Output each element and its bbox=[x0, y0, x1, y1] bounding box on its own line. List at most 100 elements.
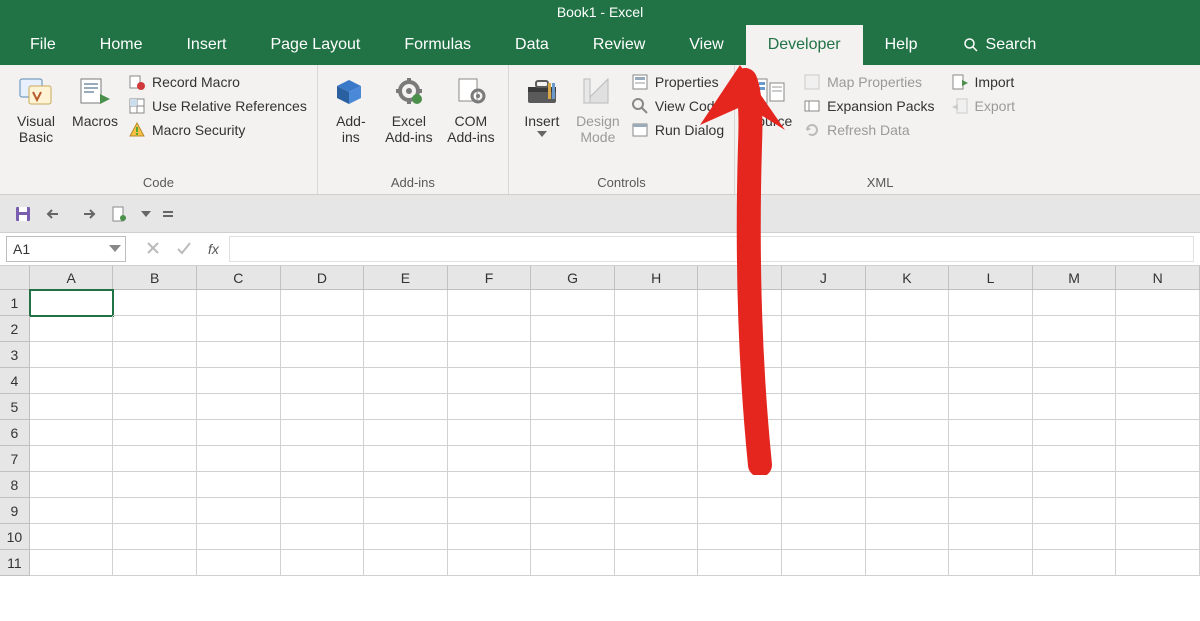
cell[interactable] bbox=[448, 498, 532, 524]
cell[interactable] bbox=[113, 472, 197, 498]
cell[interactable] bbox=[197, 342, 281, 368]
cell[interactable] bbox=[866, 394, 950, 420]
column-header[interactable]: F bbox=[448, 266, 532, 289]
cell[interactable] bbox=[1033, 316, 1117, 342]
redo-button[interactable] bbox=[76, 203, 98, 225]
cell[interactable] bbox=[866, 524, 950, 550]
cell[interactable] bbox=[782, 524, 866, 550]
cell[interactable] bbox=[949, 342, 1033, 368]
cell[interactable] bbox=[866, 498, 950, 524]
cell[interactable] bbox=[30, 550, 114, 576]
cell[interactable] bbox=[615, 498, 699, 524]
column-header[interactable]: N bbox=[1116, 266, 1200, 289]
cell[interactable] bbox=[448, 446, 532, 472]
cell[interactable] bbox=[30, 472, 114, 498]
visual-basic-button[interactable]: Visual Basic bbox=[6, 69, 66, 145]
tab-search[interactable]: Search bbox=[940, 25, 1059, 65]
cell[interactable] bbox=[531, 446, 615, 472]
cell[interactable] bbox=[113, 290, 197, 316]
cell[interactable] bbox=[364, 524, 448, 550]
cell[interactable] bbox=[615, 342, 699, 368]
cell[interactable] bbox=[448, 316, 532, 342]
cell[interactable] bbox=[30, 498, 114, 524]
customize-button[interactable] bbox=[108, 203, 130, 225]
import-button[interactable]: Import bbox=[951, 73, 1015, 91]
cell[interactable] bbox=[364, 394, 448, 420]
cell[interactable] bbox=[1116, 316, 1200, 342]
cell[interactable] bbox=[1033, 472, 1117, 498]
qat-overflow-button[interactable] bbox=[162, 203, 174, 225]
cell[interactable] bbox=[698, 472, 782, 498]
cell[interactable] bbox=[113, 524, 197, 550]
row-header[interactable]: 8 bbox=[0, 472, 30, 498]
cell[interactable] bbox=[113, 446, 197, 472]
cell[interactable] bbox=[113, 394, 197, 420]
cell[interactable] bbox=[448, 420, 532, 446]
insert-control-button[interactable]: Insert bbox=[515, 69, 569, 137]
cell[interactable] bbox=[531, 316, 615, 342]
cell[interactable] bbox=[1033, 290, 1117, 316]
cell[interactable] bbox=[197, 446, 281, 472]
cell[interactable] bbox=[531, 472, 615, 498]
cell[interactable] bbox=[113, 550, 197, 576]
row-header[interactable]: 2 bbox=[0, 316, 30, 342]
cell[interactable] bbox=[281, 342, 365, 368]
cell[interactable] bbox=[615, 368, 699, 394]
column-header[interactable]: K bbox=[866, 266, 950, 289]
cell[interactable] bbox=[448, 550, 532, 576]
cell[interactable] bbox=[30, 394, 114, 420]
undo-button[interactable] bbox=[44, 203, 66, 225]
cell[interactable] bbox=[615, 550, 699, 576]
excel-addins-button[interactable]: Excel Add-ins bbox=[378, 69, 440, 145]
cell[interactable] bbox=[949, 498, 1033, 524]
cell[interactable] bbox=[197, 524, 281, 550]
row-header[interactable]: 5 bbox=[0, 394, 30, 420]
addins-button[interactable]: Add- ins bbox=[324, 69, 378, 145]
cell[interactable] bbox=[698, 420, 782, 446]
cell[interactable] bbox=[949, 550, 1033, 576]
cell[interactable] bbox=[698, 290, 782, 316]
cell[interactable] bbox=[1116, 342, 1200, 368]
cell[interactable] bbox=[531, 498, 615, 524]
cell[interactable] bbox=[1033, 342, 1117, 368]
source-button[interactable]: Source bbox=[741, 69, 799, 129]
cell[interactable] bbox=[531, 368, 615, 394]
cell[interactable] bbox=[281, 290, 365, 316]
cell[interactable] bbox=[1116, 394, 1200, 420]
cell[interactable] bbox=[281, 550, 365, 576]
cell[interactable] bbox=[281, 368, 365, 394]
cell[interactable] bbox=[531, 524, 615, 550]
cell[interactable] bbox=[30, 446, 114, 472]
cell[interactable] bbox=[615, 290, 699, 316]
run-dialog-button[interactable]: Run Dialog bbox=[631, 121, 724, 139]
column-header[interactable]: I bbox=[698, 266, 782, 289]
column-header[interactable]: B bbox=[113, 266, 197, 289]
cell[interactable] bbox=[1033, 498, 1117, 524]
cell[interactable] bbox=[448, 394, 532, 420]
cell[interactable] bbox=[1033, 446, 1117, 472]
cell[interactable] bbox=[531, 420, 615, 446]
cell[interactable] bbox=[615, 472, 699, 498]
cell[interactable] bbox=[782, 420, 866, 446]
cell[interactable] bbox=[364, 290, 448, 316]
macros-button[interactable]: Macros bbox=[66, 69, 124, 129]
row-header[interactable]: 11 bbox=[0, 550, 30, 576]
cell[interactable] bbox=[281, 498, 365, 524]
cell[interactable] bbox=[782, 472, 866, 498]
insert-function-button[interactable]: fx bbox=[208, 241, 219, 257]
cell[interactable] bbox=[1033, 368, 1117, 394]
formula-bar-input[interactable] bbox=[229, 236, 1194, 262]
cell[interactable] bbox=[531, 290, 615, 316]
cell[interactable] bbox=[364, 368, 448, 394]
cell[interactable] bbox=[698, 368, 782, 394]
row-header[interactable]: 1 bbox=[0, 290, 30, 316]
cell[interactable] bbox=[281, 446, 365, 472]
row-header[interactable]: 7 bbox=[0, 446, 30, 472]
cell[interactable] bbox=[364, 420, 448, 446]
row-header[interactable]: 4 bbox=[0, 368, 30, 394]
cell[interactable] bbox=[866, 550, 950, 576]
tab-review[interactable]: Review bbox=[571, 25, 667, 65]
cell[interactable] bbox=[1116, 498, 1200, 524]
cell[interactable] bbox=[197, 498, 281, 524]
tab-page-layout[interactable]: Page Layout bbox=[248, 25, 382, 65]
